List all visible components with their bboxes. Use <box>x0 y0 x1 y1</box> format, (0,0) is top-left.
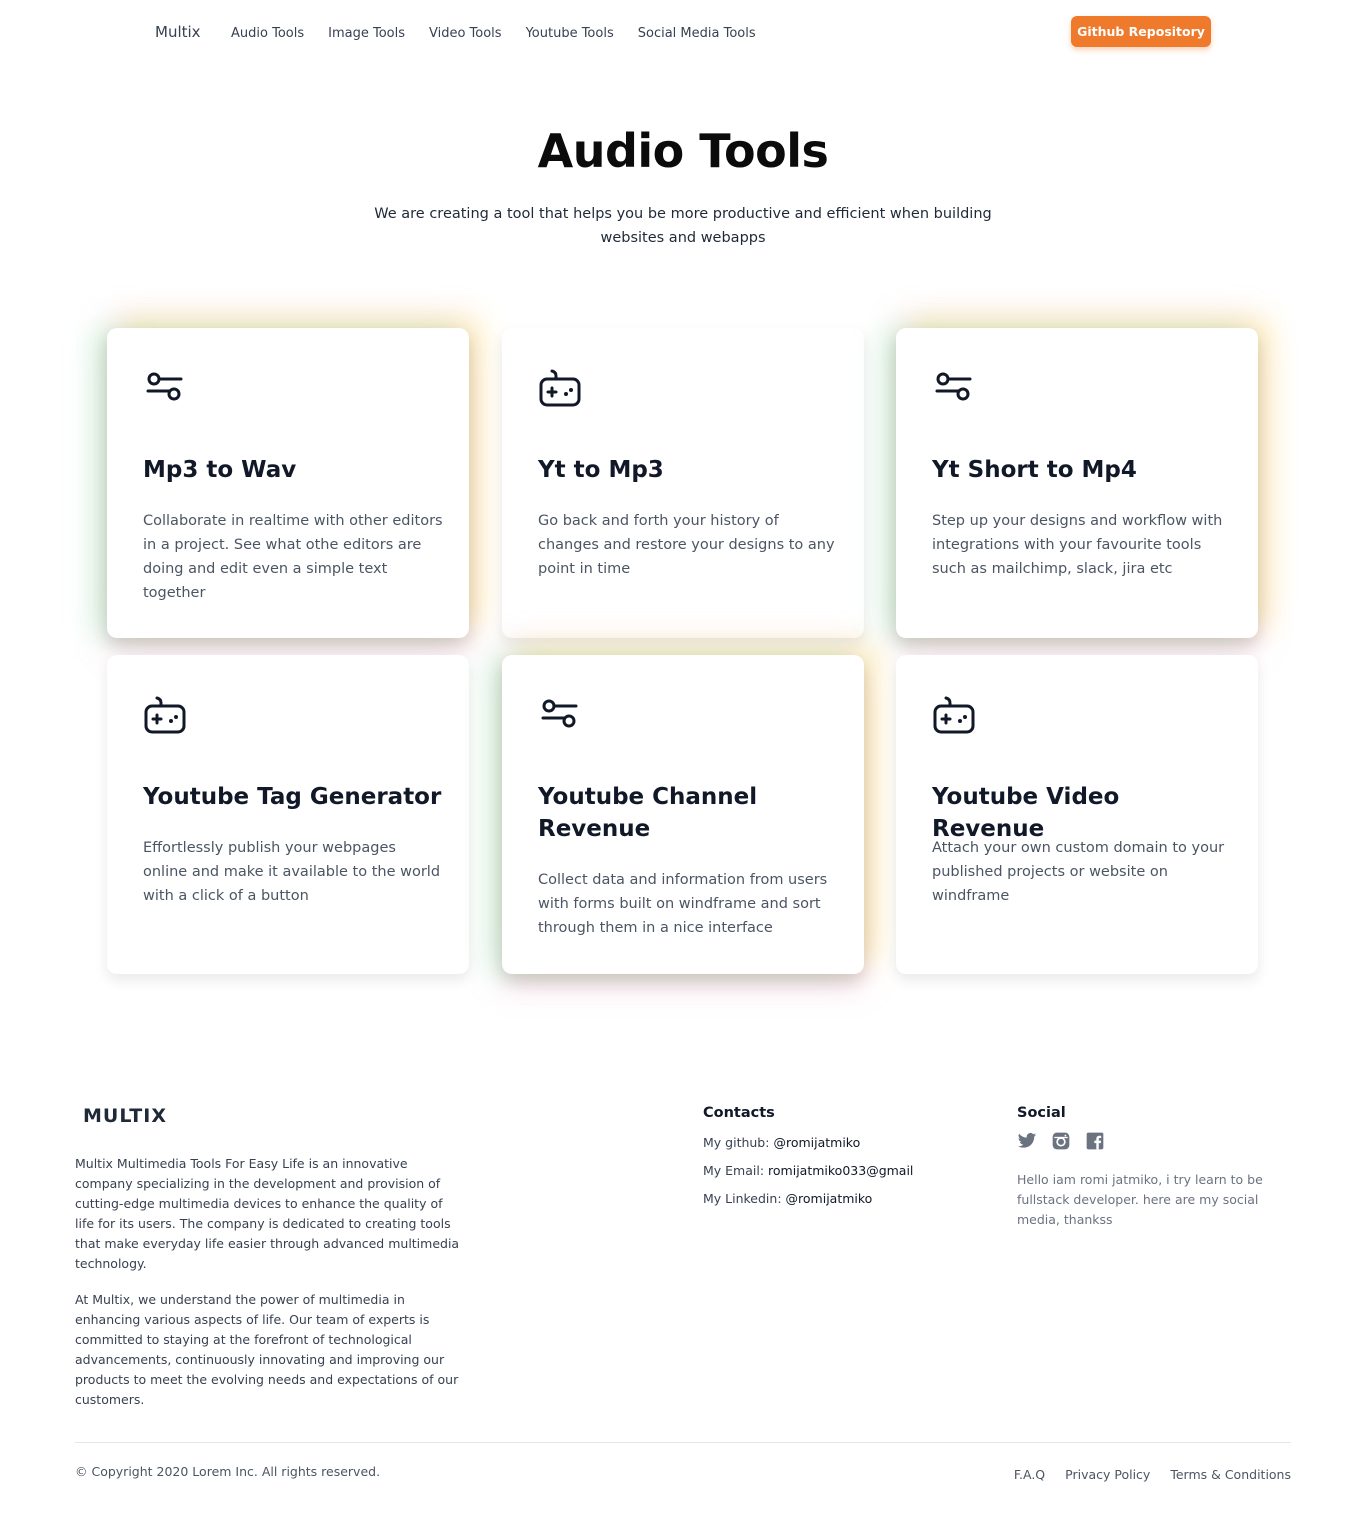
page-title: Audio Tools <box>537 124 829 178</box>
page-subtitle: We are creating a tool that helps you be… <box>374 206 992 246</box>
sliders-icon <box>932 366 976 410</box>
contact-email: My Email: romijatmiko033@gmail <box>703 1163 913 1178</box>
contact-linkedin: My Linkedin: @romijatmiko <box>703 1191 872 1206</box>
card-description: Attach your own custom domain to your pu… <box>932 840 1225 904</box>
card-title: Yt Short to Mp4 <box>932 457 1137 483</box>
tool-card-youtube-channel-revenue[interactable]: Youtube Channel Revenue Collect data and… <box>502 655 864 974</box>
contact-label: My github: <box>703 1135 770 1150</box>
facebook-icon[interactable] <box>1085 1131 1105 1151</box>
card-title: Youtube Tag Generator <box>143 784 442 810</box>
contact-label: My Linkedin: <box>703 1191 782 1206</box>
tool-card-mp3-to-wav[interactable]: Mp3 to Wav Collaborate in realtime with … <box>107 328 469 638</box>
footer-about-paragraph: At Multix, we understand the power of mu… <box>75 1292 459 1407</box>
contact-label: My Email: <box>703 1163 765 1178</box>
top-navbar: Multix Audio Tools Image Tools Video Too… <box>0 0 1366 70</box>
brand-logo[interactable]: Multix <box>155 23 201 41</box>
footer-divider <box>75 1442 1291 1443</box>
copyright-text: © Copyright 2020 Lorem Inc. All rights r… <box>75 1464 381 1479</box>
footer-link-terms-conditions[interactable]: Terms & Conditions <box>1170 1467 1291 1482</box>
card-title: Mp3 to Wav <box>143 457 297 483</box>
nav-link-audio-tools[interactable]: Audio Tools <box>231 26 304 41</box>
social-icons <box>1017 1131 1105 1151</box>
contact-github: My github: @romijatmiko <box>703 1135 860 1150</box>
footer-links: F.A.Q Privacy Policy Terms & Conditions <box>1014 1467 1291 1482</box>
card-title: Yt to Mp3 <box>538 457 664 483</box>
github-repository-button[interactable]: Github Repository <box>1071 16 1211 47</box>
tool-card-youtube-tag-generator[interactable]: Youtube Tag Generator Effortlessly publi… <box>107 655 469 974</box>
card-description: Collaborate in realtime with other edito… <box>143 513 443 601</box>
tool-card-yt-short-to-mp4[interactable]: Yt Short to Mp4 Step up your designs and… <box>896 328 1258 638</box>
contact-value[interactable]: @romijatmiko <box>773 1135 860 1150</box>
social-description: Hello iam romi jatmiko, i try learn to b… <box>1017 1172 1263 1227</box>
card-description: Go back and forth your history of change… <box>538 513 835 577</box>
gamepad-icon <box>538 366 582 410</box>
contact-value[interactable]: @romijatmiko <box>786 1191 873 1206</box>
nav-link-social-media-tools[interactable]: Social Media Tools <box>638 26 756 41</box>
contacts-heading: Contacts <box>703 1105 775 1121</box>
nav-link-video-tools[interactable]: Video Tools <box>429 26 502 41</box>
sliders-icon <box>538 693 582 737</box>
gamepad-icon <box>932 693 976 737</box>
footer-about-paragraph: Multix Multimedia Tools For Easy Life is… <box>75 1156 460 1271</box>
twitter-icon[interactable] <box>1017 1131 1037 1151</box>
contact-value[interactable]: romijatmiko033@gmail <box>768 1163 913 1178</box>
instagram-icon[interactable] <box>1051 1131 1071 1151</box>
card-description: Effortlessly publish your webpages onlin… <box>143 840 441 904</box>
card-description: Step up your designs and workflow with i… <box>932 513 1223 577</box>
footer-brand: MULTIX <box>83 1105 167 1127</box>
nav-link-image-tools[interactable]: Image Tools <box>328 26 405 41</box>
nav-link-youtube-tools[interactable]: Youtube Tools <box>526 26 614 41</box>
social-heading: Social <box>1017 1105 1066 1121</box>
card-title: Youtube Channel Revenue <box>538 784 758 842</box>
tool-card-youtube-video-revenue[interactable]: Youtube Video Revenue Attach your own cu… <box>896 655 1258 974</box>
nav-links: Audio Tools Image Tools Video Tools Yout… <box>231 26 756 41</box>
footer-link-faq[interactable]: F.A.Q <box>1014 1467 1045 1482</box>
gamepad-icon <box>143 693 187 737</box>
footer-link-privacy-policy[interactable]: Privacy Policy <box>1065 1467 1150 1482</box>
sliders-icon <box>143 366 187 410</box>
tool-card-yt-to-mp3[interactable]: Yt to Mp3 Go back and forth your history… <box>502 328 864 638</box>
card-description: Collect data and information from users … <box>538 872 828 936</box>
